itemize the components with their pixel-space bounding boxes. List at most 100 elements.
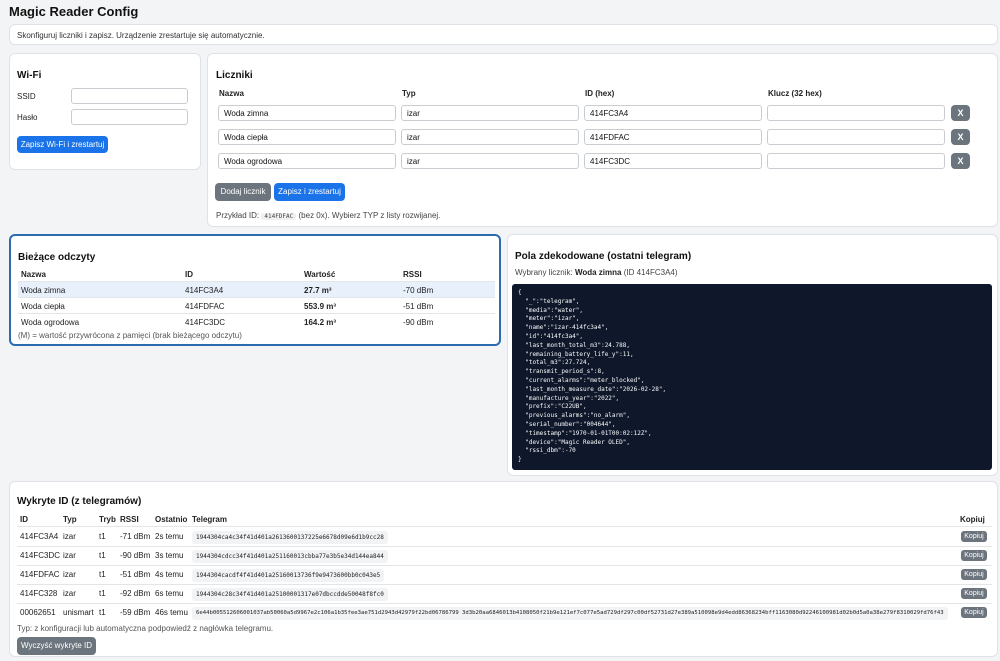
detected-type: izar [63,532,76,541]
col-name-header: Nazwa [219,89,244,98]
detected-id: 414FC3A4 [20,532,59,541]
copy-button[interactable]: Kopiuj [961,531,987,542]
detected-last: 3s temu [155,551,184,560]
ssid-label: SSID [17,92,36,101]
intro-text: Skonfiguruj liczniki i zapisz. Urządzeni… [17,31,265,40]
save-meters-button[interactable]: Zapisz i zrestartuj [274,183,345,201]
detected-mode: t1 [99,570,106,579]
reading-value: 164.2 m³ [304,318,337,327]
readings-note: (M) = wartość przywrócona z pamięci (bra… [18,331,242,340]
intro-card: Skonfiguruj liczniki i zapisz. Urządzeni… [9,24,998,45]
add-meter-button[interactable]: Dodaj licznik [215,183,271,201]
detected-card: Wykryte ID (z telegramów) ID Typ Tryb RS… [9,481,998,657]
detected-last: 2s temu [155,532,184,541]
col-type-header: Typ [63,515,77,524]
telegram-hex: 1944304cdcc34f41d401a251160013cbba77e3b5… [192,550,388,563]
col-rssi-header: RSSI [403,270,422,279]
meter-key-input[interactable] [767,105,945,121]
detected-mode: t1 [99,608,106,617]
remove-meter-button[interactable]: X [951,153,970,169]
detected-id: 00062651 [20,608,56,617]
detected-rssi: -59 dBm [120,608,151,617]
meter-name-input[interactable]: Woda zimna [218,105,396,121]
table-row[interactable]: Woda zimna 414FC3A4 27.7 m³ -70 dBm [18,282,495,297]
detected-rssi: -71 dBm [120,532,151,541]
meter-type-select[interactable]: izar [401,153,579,169]
detected-rssi: -51 dBm [120,570,151,579]
password-label: Hasło [17,113,38,122]
meter-id-input[interactable]: 414FDFAC [584,129,762,145]
detected-id: 414FC3DC [20,551,61,560]
col-copy-header: Kopiuj [960,515,985,524]
reading-name: Woda ciepła [21,302,65,311]
detected-mode: t1 [99,589,106,598]
reading-value: 553.9 m³ [304,302,337,311]
col-key-header: Klucz (32 hex) [768,89,822,98]
readings-title: Bieżące odczyty [18,252,96,263]
table-row: 414FC3A4 izar t1 -71 dBm 2s temu 1944304… [10,527,999,546]
meter-key-input[interactable] [767,153,945,169]
remove-meter-button[interactable]: X [951,105,970,121]
detected-last: 46s temu [155,608,188,617]
copy-button[interactable]: Kopiuj [961,569,987,580]
detected-mode: t1 [99,532,106,541]
meter-type-select[interactable]: izar [401,129,579,145]
reading-id: 414FC3A4 [185,286,224,295]
col-id-header: ID [185,270,193,279]
meter-key-input[interactable] [767,129,945,145]
save-wifi-button[interactable]: Zapisz Wi-Fi i zrestartuj [17,136,108,153]
detected-id: 414FDFAC [20,570,60,579]
detected-id: 414FC328 [20,589,58,598]
meter-type-select[interactable]: izar [401,105,579,121]
meters-hint: Przykład ID: 414FDFAC (bez 0x). Wybierz … [216,211,440,220]
meter-name-input[interactable]: Woda ogrodowa [218,153,396,169]
reading-id: 414FDFAC [185,302,225,311]
copy-button[interactable]: Kopiuj [961,588,987,599]
detected-title: Wykryte ID (z telegramów) [17,496,142,507]
telegram-hex: 1944304c28c34f41d401a25100001317e07dbccd… [192,588,388,601]
telegram-hex: 1944304cacdf4f41d401a25160013736f9e94736… [192,569,385,582]
selected-name: Woda zimna [574,268,622,277]
meter-id-input[interactable]: 414FC3DC [584,153,762,169]
detected-rssi: -90 dBm [120,551,151,560]
password-input[interactable] [71,109,188,125]
clear-detected-button[interactable]: Wyczyść wykryte ID [17,637,96,655]
detected-last: 6s temu [155,589,184,598]
reading-value: 27.7 m³ [304,286,332,295]
ssid-input[interactable] [71,88,188,104]
table-row: 414FDFAC izar t1 -51 dBm 4s temu 1944304… [10,565,999,584]
telegram-hex: 1944304ca4c34f41d401a2613600137225e6678d… [192,531,388,544]
meter-name-input[interactable]: Woda ciepła [218,129,396,145]
reading-name: Woda ogrodowa [21,318,80,327]
decoded-title: Pola zdekodowane (ostatni telegram) [515,251,692,262]
detected-type: unismart [63,608,94,617]
copy-button[interactable]: Kopiuj [961,607,987,618]
remove-meter-button[interactable]: X [951,129,970,145]
decoded-json: { "_":"telegram", "media":"water", "mete… [512,284,992,470]
table-row[interactable]: Woda ogrodowa 414FC3DC 164.2 m³ -90 dBm [18,314,495,329]
detected-type: izar [63,551,76,560]
col-rssi-header: RSSI [120,515,139,524]
hint-prefix: Przykład ID: [216,211,260,220]
col-value-header: Wartość [304,270,336,279]
copy-button[interactable]: Kopiuj [961,550,987,561]
table-row: 414FC3DC izar t1 -90 dBm 3s temu 1944304… [10,546,999,565]
detected-rssi: -92 dBm [120,589,151,598]
reading-rssi: -70 dBm [403,286,434,295]
meter-id-input[interactable]: 414FC3A4 [584,105,762,121]
hint-code: 414FDFAC [261,213,297,220]
reading-rssi: -51 dBm [403,302,434,311]
readings-card: Bieżące odczyty Nazwa ID Wartość RSSI Wo… [9,234,501,346]
reading-id: 414FC3DC [185,318,226,327]
table-row[interactable]: Woda ciepła 414FDFAC 553.9 m³ -51 dBm [18,298,495,313]
detected-last: 4s temu [155,570,184,579]
detected-note: Typ: z konfiguracji lub automatyczna pod… [17,624,274,633]
detected-mode: t1 [99,551,106,560]
reading-rssi: -90 dBm [403,318,434,327]
telegram-hex: 6e44b005512606001037ab50060a5d9967e2c106… [192,607,948,620]
app-title: Magic Reader Config [9,4,139,19]
wifi-title: Wi-Fi [17,70,42,81]
col-mode-header: Tryb [99,515,116,524]
col-telegram-header: Telegram [192,515,227,524]
detected-type: izar [63,589,76,598]
